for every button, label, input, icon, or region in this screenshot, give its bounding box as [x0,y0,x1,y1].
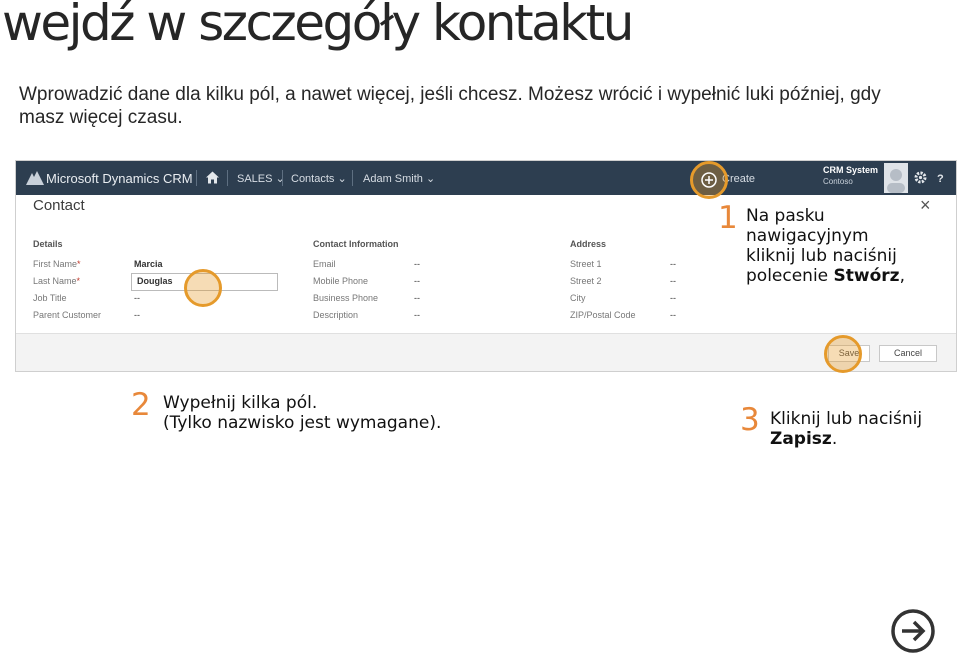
step-1-text: Na pasku nawigacyjnym kliknij lub naciśn… [746,206,905,286]
first-name-label-text: First Name [33,259,78,269]
user-panel[interactable]: CRM System Contoso [823,164,889,192]
step-3-number: 3 [740,402,760,438]
user-silhouette-icon [887,169,905,193]
step-1-number: 1 [718,200,738,236]
form-title: Contact [33,197,85,214]
nav-sales[interactable]: SALES ⌄ [237,161,285,195]
business-phone-label: Business Phone [313,293,379,303]
nav-contacts[interactable]: Contacts ⌄ [291,161,347,195]
chevron-down-icon: ⌄ [337,173,347,185]
avatar[interactable] [884,163,908,193]
street2-value[interactable]: -- [670,276,676,286]
email-label: Email [313,259,336,269]
step-1-line4-pre: polecenie [746,266,834,286]
mobile-phone-label: Mobile Phone [313,276,369,286]
job-title-value[interactable]: -- [134,293,140,303]
nav-divider [196,170,197,186]
step-2-line1: Wypełnij kilka pól. [163,393,318,413]
mobile-phone-value[interactable]: -- [414,276,420,286]
nav-divider [227,170,228,186]
next-arrow-icon[interactable] [891,609,935,653]
last-name-highlight-marker [184,269,222,307]
first-name-label: First Name* [33,259,81,269]
nav-user-menu[interactable]: Adam Smith ⌄ [363,161,435,195]
nav-user-label: Adam Smith [363,173,423,185]
create-highlight-marker [690,161,728,199]
help-icon[interactable]: ? [937,161,944,195]
step-3-line2: Zapisz. [770,429,922,449]
zip-value[interactable]: -- [670,310,676,320]
last-name-label-text: Last Name [33,276,77,286]
slide-title: wejdź w szczegóły kontaktu [2,0,634,52]
step-1-create-command: Stwórz [833,266,900,286]
step-1-line1: Na pasku [746,206,825,226]
nav-divider [352,170,353,186]
chevron-down-icon: ⌄ [275,173,285,185]
step-2-number: 2 [131,387,151,423]
parent-customer-value[interactable]: -- [134,310,140,320]
nav-divider [282,170,283,186]
step-2-text: Wypełnij kilka pól. (Tylko nazwisko jest… [163,393,441,433]
required-marker: * [77,259,81,269]
nav-contacts-label: Contacts [291,173,335,185]
section-details-heading: Details [33,239,63,249]
step-3-line1: Kliknij lub naciśnij [770,409,923,429]
brand-name: Microsoft Dynamics CRM [46,171,193,186]
form-footer: Save Cancel [16,333,956,371]
step-1-line3: kliknij lub naciśnij [746,246,897,266]
chevron-down-icon: ⌄ [425,173,436,185]
gear-icon[interactable] [914,171,927,184]
street1-value[interactable]: -- [670,259,676,269]
section-address-heading: Address [570,239,607,249]
city-value[interactable]: -- [670,293,676,303]
user-panel-org: Contoso [823,177,853,186]
step-3-text: Kliknij lub naciśnij Zapisz. [770,409,922,449]
email-value[interactable]: -- [414,259,420,269]
crm-navbar: Microsoft Dynamics CRM SALES ⌄ Contacts … [16,161,956,195]
parent-customer-label: Parent Customer [33,310,102,320]
zip-label: ZIP/Postal Code [570,310,636,320]
nav-sales-label: SALES [237,173,273,185]
step-1-line4-post: , [899,266,905,286]
dynamics-logo-icon [26,171,44,185]
section-contact-info-heading: Contact Information [313,239,399,249]
user-panel-name: CRM System [823,165,879,175]
home-icon[interactable] [206,171,219,184]
step-3-save-command: Zapisz [770,429,832,449]
city-label: City [570,293,586,303]
step-1-line2: nawigacyjnym [746,226,869,246]
required-marker: * [76,276,81,286]
last-name-label: Last Name* [33,276,80,286]
intro-text: Wprowadzić dane dla kilku pól, a nawet w… [19,84,881,128]
job-title-label: Job Title [33,293,67,303]
save-highlight-marker [824,335,862,373]
first-name-value[interactable]: Marcia [134,259,163,269]
step-3-line2-post: . [831,429,838,449]
last-name-value: Douglas [137,276,173,286]
business-phone-value[interactable]: -- [414,293,420,303]
cancel-button[interactable]: Cancel [879,345,937,362]
step-2-line2: (Tylko nazwisko jest wymagane). [163,413,442,433]
description-value[interactable]: -- [414,310,420,320]
step-1-line4: polecenie Stwórz, [746,266,905,286]
street2-label: Street 2 [570,276,602,286]
street1-label: Street 1 [570,259,602,269]
description-label: Description [313,310,359,320]
create-plus-icon [701,172,717,188]
close-icon[interactable]: × [920,195,931,216]
